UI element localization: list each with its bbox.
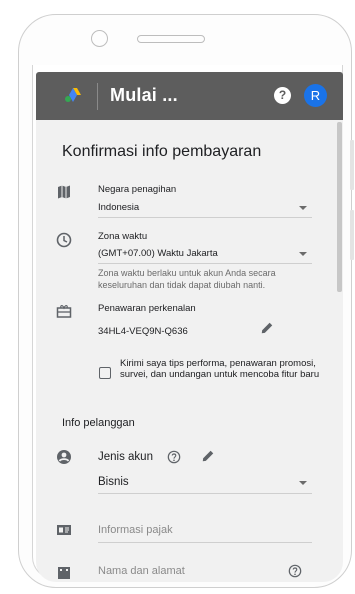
account-circle-icon xyxy=(57,450,71,464)
edit-promo-pencil-icon[interactable] xyxy=(260,321,274,335)
app-bar: Mulai ... ? R xyxy=(36,72,343,120)
phone-camera xyxy=(91,30,108,47)
time-zone-value[interactable]: (GMT+07.00) Waktu Jakarta xyxy=(98,248,218,259)
account-type-dropdown-icon[interactable] xyxy=(299,481,307,485)
app-screen: Mulai ... ? R Konfirmasi info pembayaran… xyxy=(36,72,343,582)
opt-in-checkbox[interactable] xyxy=(99,367,111,379)
help-icon[interactable]: ? xyxy=(274,87,291,104)
tax-info-underline xyxy=(98,542,312,543)
app-title: Mulai ... xyxy=(110,85,178,105)
account-type-underline xyxy=(98,493,312,494)
app-bar-divider xyxy=(97,83,98,110)
account-type-help-icon[interactable] xyxy=(167,450,181,464)
promo-label: Penawaran perkenalan xyxy=(98,303,196,314)
time-zone-underline xyxy=(98,263,312,264)
tax-id-card-icon xyxy=(57,525,71,535)
phone-side-button-upper xyxy=(350,140,354,190)
name-address-field[interactable]: Nama dan alamat xyxy=(98,565,185,577)
scrollbar[interactable] xyxy=(337,122,342,292)
account-type-value[interactable]: Bisnis xyxy=(98,476,129,488)
avatar[interactable]: R xyxy=(304,84,327,107)
promo-code: 34HL4-VEQ9N-Q636 xyxy=(98,326,188,337)
time-zone-label: Zona waktu xyxy=(98,231,148,242)
time-zone-note: Zona waktu berlaku untuk akun Anda secar… xyxy=(98,268,276,290)
time-zone-dropdown-icon[interactable] xyxy=(299,252,307,256)
name-address-help-icon[interactable] xyxy=(288,564,302,578)
billing-country-label: Negara penagihan xyxy=(98,184,177,195)
billing-country-value[interactable]: Indonesia xyxy=(98,202,139,213)
edit-account-type-pencil-icon[interactable] xyxy=(201,449,215,463)
phone-side-button-lower xyxy=(350,210,354,260)
phone-speaker xyxy=(137,35,205,43)
customer-info-heading: Info pelanggan xyxy=(62,417,135,429)
map-icon xyxy=(58,185,70,199)
account-type-label: Jenis akun xyxy=(98,451,153,463)
page-title: Konfirmasi info pembayaran xyxy=(62,143,262,160)
billing-country-underline xyxy=(98,217,312,218)
tax-info-field[interactable]: Informasi pajak xyxy=(98,524,173,536)
billing-country-dropdown-icon[interactable] xyxy=(299,206,307,210)
clock-icon xyxy=(56,232,72,248)
building-icon xyxy=(58,567,70,579)
gift-icon xyxy=(56,304,72,318)
google-ads-logo-icon xyxy=(65,88,81,102)
opt-in-label: Kirimi saya tips performa, penawaran pro… xyxy=(120,358,320,380)
